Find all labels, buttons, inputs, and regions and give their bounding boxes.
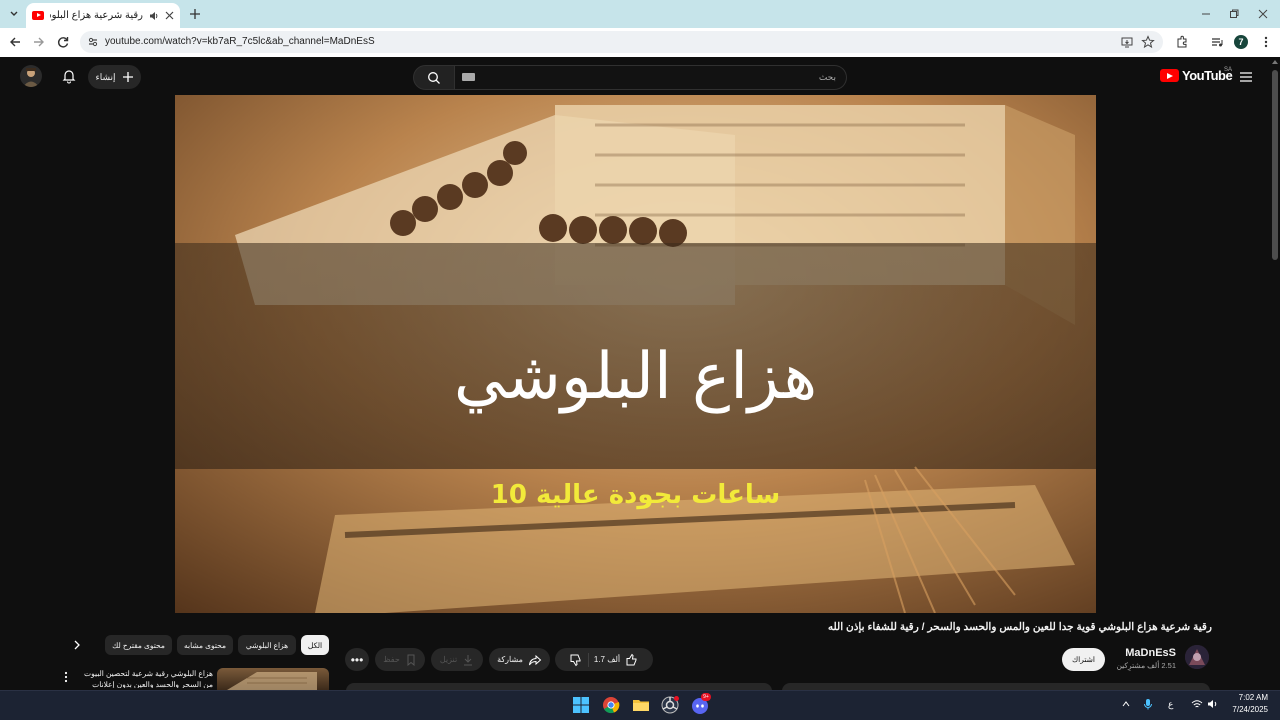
file-explorer-icon[interactable]	[631, 695, 651, 715]
video-title: رقية شرعية هزاع البلوشي قوية جدا للعين و…	[827, 621, 1212, 633]
channel-name[interactable]: MaDnEsS	[1100, 647, 1176, 659]
media-control-icon[interactable]	[1210, 35, 1224, 49]
create-button[interactable]: إنشاء	[88, 65, 141, 89]
minimize-icon[interactable]	[1199, 7, 1213, 21]
close-window-icon[interactable]	[1256, 7, 1270, 21]
save-button[interactable]: حفظ	[375, 648, 425, 671]
search-input[interactable]: بحث	[455, 65, 847, 90]
tab-title: رقية شرعية هزاع البلوشي قوية	[50, 10, 143, 21]
chip-all[interactable]: الكل	[301, 635, 329, 655]
extensions-icon[interactable]	[1175, 35, 1189, 49]
show-hidden-icons-icon[interactable]	[1121, 699, 1131, 709]
scroll-up-icon[interactable]	[1272, 59, 1278, 65]
reload-icon[interactable]	[56, 35, 70, 49]
microphone-icon[interactable]	[1143, 698, 1153, 710]
save-label: حفظ	[383, 655, 400, 664]
download-label: تنزيل	[439, 655, 458, 664]
like-button[interactable]	[625, 653, 639, 667]
speaker-icon[interactable]	[149, 11, 159, 21]
chip-related[interactable]: محتوى مشابه	[177, 635, 233, 655]
create-label: إنشاء	[95, 71, 116, 82]
bookmark-star-icon[interactable]	[1141, 35, 1155, 49]
windows-start-icon[interactable]	[571, 695, 591, 715]
thumbs-up-icon	[626, 653, 637, 665]
youtube-play-icon	[1160, 69, 1179, 82]
chrome-canary-icon[interactable]	[660, 695, 680, 715]
clock-time[interactable]: 7:02 AM	[1226, 693, 1268, 702]
browser-tab[interactable]: رقية شرعية هزاع البلوشي قوية	[26, 3, 180, 28]
clock-date[interactable]: 7/24/2025	[1220, 705, 1268, 714]
more-actions-button[interactable]: •••	[345, 648, 369, 671]
keyboard-icon[interactable]	[462, 73, 475, 81]
site-info-icon[interactable]	[86, 35, 100, 49]
plus-icon	[122, 71, 134, 83]
close-tab-icon[interactable]	[165, 11, 174, 20]
video-overlay-title: هزاع البلوشي	[453, 340, 818, 414]
search-button[interactable]	[413, 65, 455, 90]
volume-icon[interactable]	[1207, 699, 1219, 709]
recommended-video-thumbnail[interactable]	[217, 668, 329, 690]
url-text[interactable]: youtube.com/watch?v=kb7aR_7c5lc&ab_chann…	[105, 36, 375, 47]
download-button[interactable]: تنزيل	[431, 648, 483, 671]
forward-icon[interactable]	[32, 35, 46, 49]
browser-menu-icon[interactable]	[1259, 35, 1273, 49]
restore-icon[interactable]	[1227, 7, 1241, 21]
dislike-button[interactable]	[569, 653, 583, 667]
chip-hazza-albaloushi[interactable]: هزاع البلوشي	[238, 635, 296, 655]
chip-recommended[interactable]: محتوى مقترح لك	[105, 635, 172, 655]
install-app-icon[interactable]	[1120, 35, 1134, 49]
like-dislike-group: 1.7 ألف	[555, 648, 653, 671]
hamburger-menu-icon[interactable]	[1239, 70, 1253, 84]
country-code: SA	[1224, 67, 1233, 73]
share-button[interactable]: مشاركة	[489, 648, 550, 671]
chrome-icon[interactable]	[601, 695, 621, 715]
tab-search-icon[interactable]	[6, 5, 22, 21]
user-avatar[interactable]	[20, 65, 42, 87]
video-player[interactable]: هزاع البلوشي 10 ساعات بجودة عالية	[175, 95, 1096, 613]
share-icon	[528, 653, 542, 667]
scrollbar-thumb[interactable]	[1272, 70, 1278, 260]
search-icon	[427, 71, 441, 85]
channel-avatar[interactable]	[1185, 645, 1209, 669]
bookmark-icon	[405, 654, 417, 666]
share-label: مشاركة	[497, 655, 523, 664]
download-icon	[462, 654, 474, 666]
thumbs-down-icon	[570, 654, 581, 666]
like-divider	[587, 652, 589, 667]
like-count[interactable]: 1.7 ألف	[594, 655, 620, 664]
input-language-indicator[interactable]: ع	[1168, 699, 1173, 710]
notifications-bell-icon[interactable]	[61, 68, 77, 84]
profile-avatar[interactable]: 7	[1234, 35, 1248, 49]
video-overlay-subtitle: 10 ساعات بجودة عالية	[490, 480, 781, 510]
youtube-favicon-icon	[32, 11, 44, 20]
youtube-logo[interactable]: YouTube	[1160, 68, 1233, 83]
wifi-icon[interactable]	[1191, 699, 1203, 709]
back-icon[interactable]	[8, 35, 22, 49]
recommended-video-title[interactable]: هزاع البلوشي رقية شرعية لتحصين البيوت من…	[78, 668, 213, 688]
recommended-more-icon[interactable]	[62, 670, 70, 684]
subscribe-button[interactable]: اشتراك	[1062, 648, 1105, 671]
chevron-right-icon[interactable]	[70, 638, 84, 652]
discord-notification-badge: 9+	[701, 693, 711, 701]
new-tab-icon[interactable]	[187, 6, 203, 22]
